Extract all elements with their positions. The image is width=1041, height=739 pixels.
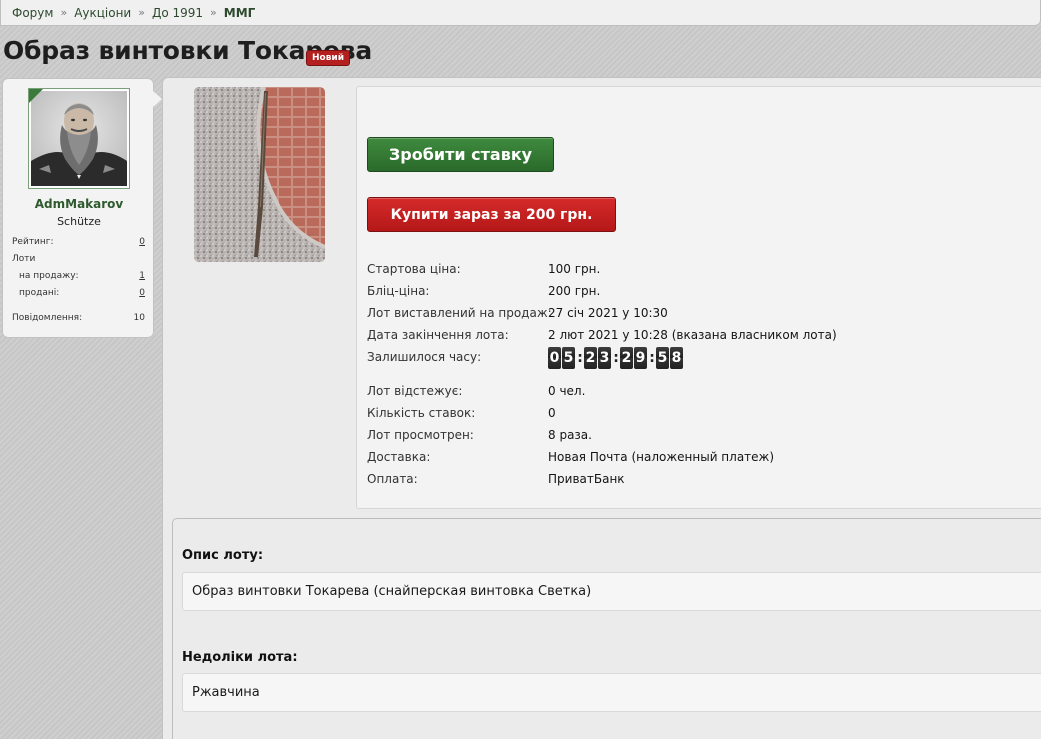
timer-digit: 8 [670,347,683,369]
description-heading: Опис лоту: [182,548,264,563]
description-box: Образ винтовки Токарева (снайперская вин… [182,572,1041,611]
timer-digit: 2 [620,347,633,369]
stat-on-sale: на продажу: 1 [12,271,145,281]
blitz-price-label: Бліц-ціна: [367,284,430,298]
timer-colon: : [613,350,619,366]
timer-colon: : [649,350,655,366]
breadcrumb-current[interactable]: ММГ [224,6,256,20]
views-value: 8 раза. [548,428,592,442]
delivery-value: Новая Почта (наложенный платеж) [548,450,775,464]
views-label: Лот просмотрен: [367,428,474,442]
stat-messages: Повідомлення: 10 [12,313,145,323]
breadcrumb-separator: » [210,6,217,19]
timer-digit: 5 [562,347,575,369]
stat-messages-value: 10 [133,313,145,323]
bids-count-value: 0 [548,406,556,420]
buy-now-button[interactable]: Купити зараз за 200 грн. [367,197,616,232]
time-left-label: Залишилося часу: [367,350,482,364]
breadcrumb-link-auctions[interactable]: Аукціони [74,6,131,20]
countdown-timer: 0 5 : 2 3 : 2 9 : 5 8 [548,347,684,369]
defects-text: Ржавчина [192,685,260,700]
stat-rating-value[interactable]: 0 [139,237,145,247]
timer-digit: 0 [548,347,561,369]
end-date-label: Дата закінчення лота: [367,328,509,342]
start-price-label: Стартова ціна: [367,262,461,276]
stat-rating-label: Рейтинг: [12,237,54,247]
timer-colon: : [577,350,583,366]
breadcrumb-separator: » [60,6,68,19]
stat-sold: продані: 0 [12,288,145,298]
start-price-value: 100 грн. [548,262,601,276]
stat-on-sale-label: на продажу: [19,271,79,281]
listed-date-value: 27 січ 2021 у 10:30 [548,306,668,320]
user-title: Schütze [57,215,101,228]
bids-count-label: Кількість ставок: [367,406,476,420]
stat-lots-label: Лоти [12,254,36,264]
delivery-label: Доставка: [367,450,431,464]
stat-sold-label: продані: [19,288,60,298]
payment-value: ПриватБанк [548,472,625,486]
timer-digit: 5 [656,347,669,369]
avatar-corner-marker [29,89,43,103]
place-bid-button[interactable]: Зробити ставку [367,137,554,172]
breadcrumb: Форум » Аукціони » До 1991 » ММГ [0,0,1041,26]
breadcrumb-link-before-1991[interactable]: До 1991 [152,6,203,20]
timer-digit: 3 [598,347,611,369]
new-badge: Новий [306,50,351,66]
avatar-portrait-image [31,91,127,186]
avatar[interactable] [28,88,130,189]
timer-digit: 2 [584,347,597,369]
breadcrumb-link-forum[interactable]: Форум [12,6,53,20]
user-card: AdmMakarov Schütze Рейтинг: 0 Лоти на пр… [2,78,162,338]
payment-label: Оплата: [367,472,418,486]
stat-lots-heading: Лоти [12,254,145,264]
defects-box: Ржавчина [182,673,1041,712]
watchers-value: 0 чел. [548,384,586,398]
end-date-value: 2 лют 2021 у 10:28 (вказана власником ло… [548,328,837,342]
watchers-label: Лот відстежує: [367,384,463,398]
card-pointer [153,91,162,107]
timer-digit: 9 [634,347,647,369]
stat-messages-label: Повідомлення: [12,313,83,323]
listed-date-label: Лот виставлений на продаж: [367,306,552,320]
stat-rating: Рейтинг: 0 [12,237,145,247]
blitz-price-value: 200 грн. [548,284,601,298]
lot-photo-image [194,87,325,262]
breadcrumb-separator: » [138,6,145,19]
defects-heading: Недоліки лота: [182,650,298,665]
user-name[interactable]: AdmMakarov [3,197,155,211]
stat-on-sale-value[interactable]: 1 [139,271,145,281]
stat-sold-value[interactable]: 0 [139,288,145,298]
description-text: Образ винтовки Токарева (снайперская вин… [192,584,592,599]
lot-photo[interactable] [194,87,325,262]
